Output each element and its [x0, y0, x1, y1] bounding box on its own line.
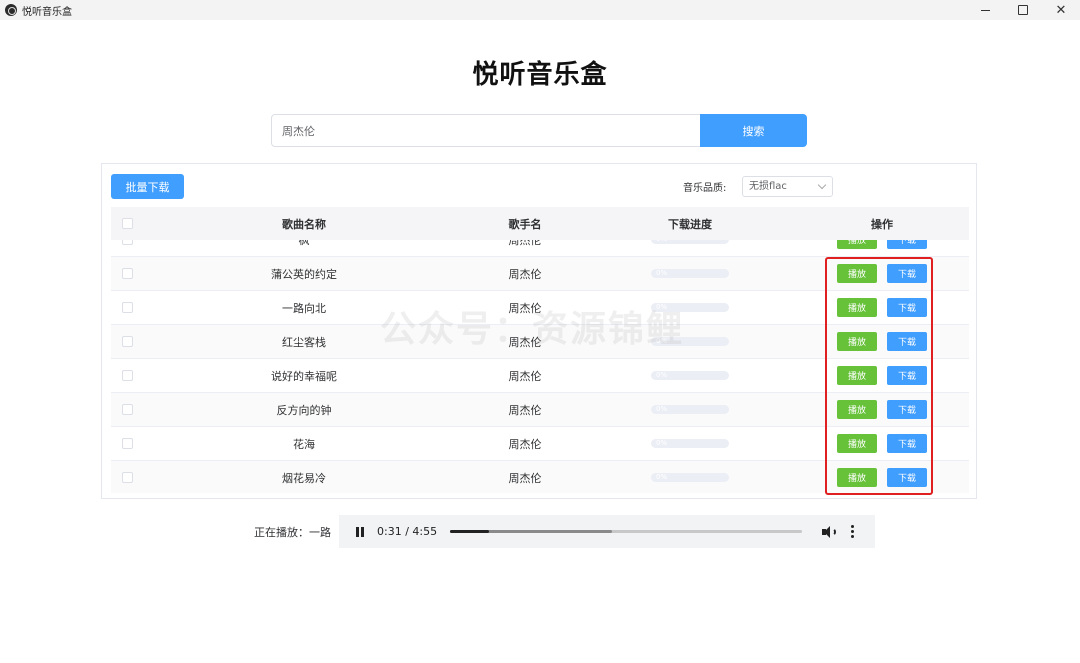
- search-input[interactable]: [271, 114, 701, 147]
- close-button[interactable]: ✕: [1042, 0, 1080, 20]
- table-header: 歌曲名称 歌手名 下载进度 操作: [111, 207, 969, 240]
- chevron-down-icon: [817, 180, 827, 190]
- song-name: 说好的幸福呢: [271, 369, 337, 383]
- download-button[interactable]: 下载: [887, 240, 927, 249]
- quality-selected-value: 无损flac: [749, 181, 787, 192]
- maximize-button[interactable]: [1004, 0, 1042, 20]
- song-name: 花海: [293, 437, 315, 451]
- song-name: 枫: [298, 240, 310, 247]
- row-checkbox[interactable]: [121, 268, 133, 279]
- download-progress-text: 0%: [656, 473, 668, 481]
- row-checkbox[interactable]: [121, 404, 133, 415]
- header-artist: 歌手名: [508, 217, 542, 231]
- seek-bar[interactable]: [450, 530, 803, 533]
- seek-played: [450, 530, 489, 533]
- download-progress-bar: 0%: [651, 473, 729, 482]
- artist-name: 周杰伦: [508, 403, 542, 417]
- download-progress-bar: 0%: [651, 269, 729, 278]
- download-progress-bar: 0%: [651, 240, 729, 244]
- download-progress-text: 0%: [656, 439, 668, 447]
- song-name: 反方向的钟: [276, 403, 332, 417]
- song-name: 蒲公英的约定: [271, 267, 337, 281]
- download-progress-text: 0%: [656, 269, 668, 277]
- window-controls: ✕: [966, 0, 1080, 20]
- quality-label: 音乐品质:: [683, 183, 727, 194]
- header-progress: 下载进度: [668, 217, 712, 231]
- batch-download-button[interactable]: 批量下载: [111, 174, 184, 199]
- row-checkbox[interactable]: [121, 438, 133, 449]
- header-actions: 操作: [871, 217, 893, 231]
- now-playing-label: 正在播放：一路: [254, 526, 331, 539]
- audio-player: 0:31 / 4:55: [339, 515, 875, 548]
- download-progress-text: 0%: [656, 405, 668, 413]
- row-checkbox[interactable]: [121, 240, 133, 245]
- artist-name: 周杰伦: [508, 267, 542, 281]
- row-checkbox[interactable]: [121, 370, 133, 381]
- row-checkbox[interactable]: [121, 302, 133, 313]
- table-row: 枫 周杰伦 0% 播放 下载: [111, 240, 969, 257]
- download-progress-bar: 0%: [651, 371, 729, 380]
- player-time: 0:31 / 4:55: [377, 525, 438, 538]
- window-title: 悦听音乐盒: [22, 6, 72, 18]
- minimize-button[interactable]: [966, 0, 1004, 20]
- quality-select[interactable]: 无损flac: [742, 176, 833, 197]
- pause-icon[interactable]: [356, 526, 364, 537]
- download-progress-bar: 0%: [651, 405, 729, 414]
- watermark-text: 公众号：资源锦鲤: [380, 309, 685, 350]
- artist-name: 周杰伦: [508, 369, 542, 383]
- artist-name: 周杰伦: [508, 437, 542, 451]
- search-button[interactable]: 搜索: [700, 114, 807, 147]
- play-button[interactable]: 播放: [837, 240, 877, 249]
- download-progress-bar: 0%: [651, 439, 729, 448]
- row-checkbox[interactable]: [121, 472, 133, 483]
- select-all-checkbox[interactable]: [121, 218, 133, 229]
- row-checkbox[interactable]: [121, 336, 133, 347]
- artist-name: 周杰伦: [508, 471, 542, 485]
- download-progress-text: 0%: [656, 371, 668, 379]
- page-title: 悦听音乐盒: [472, 60, 608, 90]
- artist-name: 周杰伦: [508, 240, 542, 247]
- window-titlebar: 悦听音乐盒 ✕: [0, 0, 1080, 20]
- song-name: 烟花易冷: [282, 471, 326, 485]
- actions-highlight-box: [825, 257, 933, 495]
- volume-icon[interactable]: [822, 525, 837, 538]
- header-song-name: 歌曲名称: [282, 217, 326, 231]
- more-options-icon[interactable]: [851, 525, 855, 538]
- download-progress-text: 0%: [656, 240, 667, 244]
- app-icon: [5, 4, 17, 16]
